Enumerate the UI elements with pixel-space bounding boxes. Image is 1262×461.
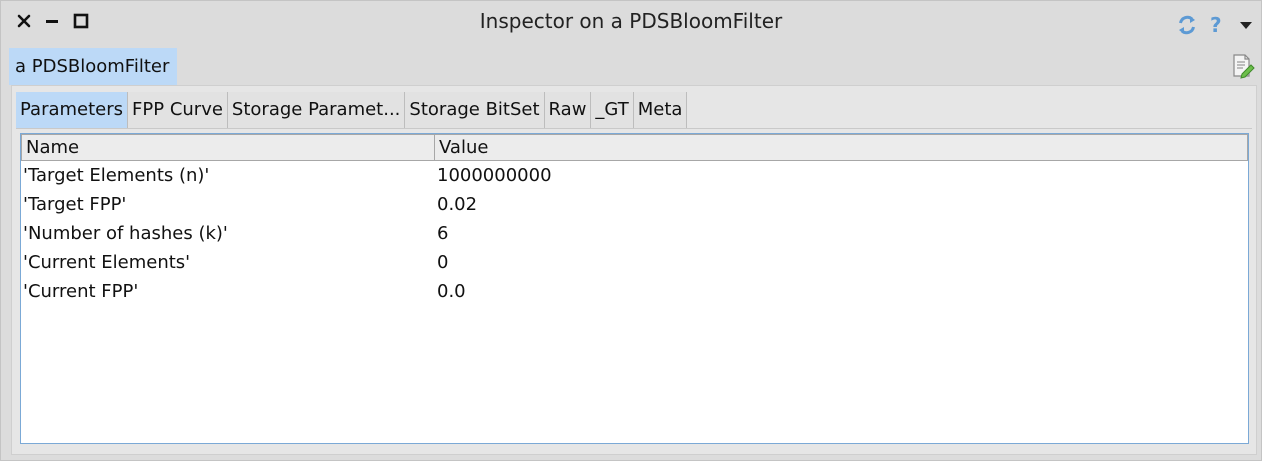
- row-value: 6: [437, 223, 449, 244]
- row-name: 'Number of hashes (k)': [23, 223, 228, 244]
- help-icon: ?: [1210, 13, 1222, 37]
- tab-parameters[interactable]: Parameters: [16, 92, 129, 128]
- column-header-value[interactable]: Value: [435, 134, 1248, 161]
- tab-divider: [16, 128, 1252, 129]
- table-row[interactable]: 'Target FPP' 0.02: [21, 190, 1248, 219]
- table-row[interactable]: 'Target Elements (n)' 1000000000: [21, 161, 1248, 190]
- window-menu-button[interactable]: [1239, 13, 1253, 37]
- inspector-panel: Parameters FPP Curve Storage Paramet... …: [11, 85, 1257, 455]
- tab-storage-bitset[interactable]: Storage BitSet: [405, 92, 545, 128]
- edit-button[interactable]: [1231, 53, 1255, 79]
- refresh-button[interactable]: [1176, 13, 1198, 37]
- tab-a-pdsbloomfilter[interactable]: a PDSBloomFilter: [9, 48, 177, 85]
- column-header-name[interactable]: Name: [21, 134, 435, 161]
- row-value: 1000000000: [437, 165, 552, 186]
- row-value: 0: [437, 252, 449, 273]
- window-title: Inspector on a PDSBloomFilter: [479, 9, 783, 33]
- tab-fpp-curve[interactable]: FPP Curve: [128, 92, 228, 128]
- row-value: 0.0: [437, 281, 466, 302]
- help-button[interactable]: ?: [1210, 13, 1222, 37]
- row-name: 'Current Elements': [23, 252, 191, 273]
- row-name: 'Current FPP': [23, 281, 139, 302]
- tab-storage-parameters[interactable]: Storage Paramet...: [227, 92, 406, 128]
- refresh-icon: [1179, 15, 1195, 35]
- parameters-table: Name Value 'Target Elements (n)' 1000000…: [20, 133, 1249, 444]
- row-name: 'Target Elements (n)': [23, 165, 210, 186]
- table-body: 'Target Elements (n)' 1000000000 'Target…: [21, 161, 1248, 306]
- tab-meta[interactable]: Meta: [633, 92, 688, 128]
- table-row[interactable]: 'Current FPP' 0.0: [21, 277, 1248, 306]
- inspector-window: Inspector on a PDSBloomFilter ? a PDSBlo…: [0, 0, 1262, 461]
- title-bar: Inspector on a PDSBloomFilter ?: [1, 1, 1261, 43]
- row-value: 0.02: [437, 194, 478, 215]
- table-row[interactable]: 'Number of hashes (k)' 6: [21, 219, 1248, 248]
- presentation-tabs: Parameters FPP Curve Storage Paramet... …: [16, 92, 688, 128]
- edit-icon: [1233, 54, 1255, 79]
- tab-raw[interactable]: Raw: [544, 92, 592, 128]
- tab-gt[interactable]: _GT: [591, 92, 634, 128]
- dropdown-arrow-icon: [1240, 22, 1252, 29]
- row-name: 'Target FPP': [23, 194, 127, 215]
- table-header: Name Value: [21, 134, 1248, 161]
- table-row[interactable]: 'Current Elements' 0: [21, 248, 1248, 277]
